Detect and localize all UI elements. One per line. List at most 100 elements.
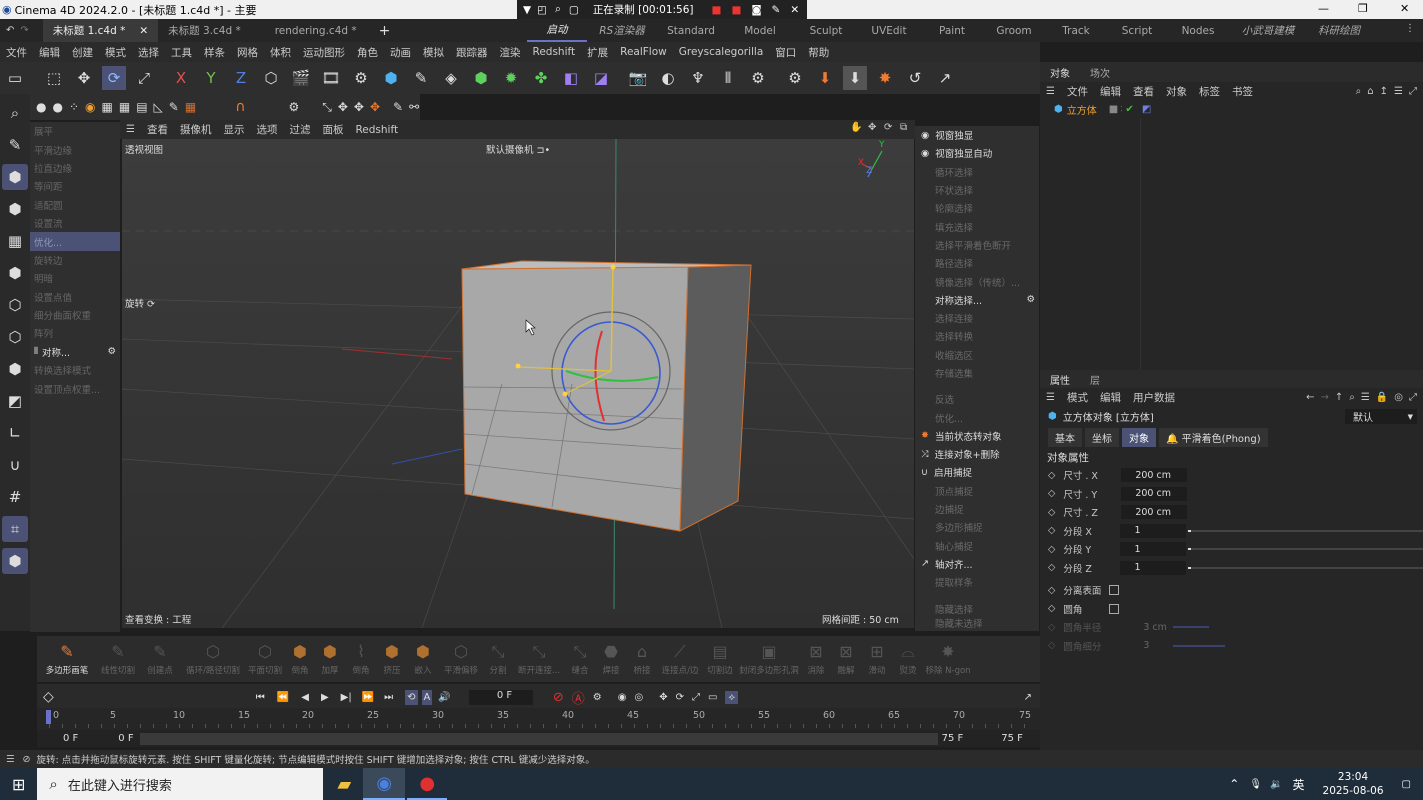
- more-icon[interactable]: ⋮: [1405, 23, 1415, 34]
- spline-icon[interactable]: ✎: [409, 66, 433, 90]
- snap-magnet-icon[interactable]: ∩: [235, 95, 245, 119]
- search-icon[interactable]: ⌕: [555, 3, 561, 16]
- menu-item[interactable]: 帮助: [802, 45, 835, 60]
- expand-icon[interactable]: ⤢: [1409, 392, 1417, 403]
- search-icon[interactable]: ⌕: [2, 100, 28, 126]
- file-tab[interactable]: 未标题 1.c4d * ✕: [42, 19, 159, 42]
- menu-item[interactable]: 渲染: [494, 45, 527, 60]
- tray-chevron-icon[interactable]: ⌃: [1229, 777, 1239, 791]
- recorder-taskbar-icon[interactable]: ●: [407, 768, 448, 800]
- cmd-connect-delete[interactable]: ⤨ 连接对象+删除: [915, 445, 1039, 463]
- sound-icon[interactable]: 🔊: [438, 692, 450, 703]
- symmetry-icon[interactable]: ⫴: [716, 66, 740, 90]
- tab-objects[interactable]: 对象: [1050, 65, 1070, 80]
- seg-y-slider[interactable]: [1187, 548, 1423, 551]
- cmd-viewport-solo[interactable]: ◉ 视窗独显: [915, 126, 1039, 144]
- subtab-basic[interactable]: 基本: [1048, 427, 1082, 447]
- separate-surfaces-checkbox[interactable]: [1109, 585, 1120, 596]
- cmd-polygon-snap[interactable]: 多边形捕捉: [915, 518, 1039, 536]
- next-key-icon[interactable]: ⏩: [362, 692, 374, 703]
- model-mode-icon[interactable]: ▭: [3, 66, 27, 90]
- tool-connect-points[interactable]: ⟋ 连接点/边: [657, 640, 703, 676]
- cmd-loop-select[interactable]: 循环选择: [915, 163, 1039, 181]
- key-position-icon[interactable]: ◉: [618, 692, 627, 703]
- scale-icon[interactable]: ⤢: [132, 66, 156, 90]
- tool-create-point[interactable]: ✎ 创建点: [139, 640, 181, 676]
- key-scale-icon[interactable]: ⤢: [692, 692, 700, 703]
- smooth-icon[interactable]: ●: [52, 95, 62, 119]
- object-mode-icon[interactable]: ⬢: [2, 164, 28, 190]
- object-row[interactable]: ⬢ 立方体 ■ ⁚ ✔ ◩: [1040, 100, 1423, 118]
- layout-tab[interactable]: Script: [1107, 19, 1167, 42]
- key-param-icon[interactable]: ▭: [708, 692, 717, 703]
- prev-key-icon[interactable]: ⏪: [277, 692, 289, 703]
- tool-extrude[interactable]: ⬢ 挤压: [377, 640, 407, 676]
- playhead[interactable]: [46, 710, 51, 724]
- cmd-enable-snap[interactable]: ∪ 启用捕捉: [915, 463, 1039, 481]
- explode-icon[interactable]: ✸: [873, 66, 897, 90]
- cmd-shade[interactable]: 明暗: [30, 269, 120, 287]
- fracture-icon[interactable]: ✤: [529, 66, 553, 90]
- seg-y-field[interactable]: 1: [1120, 542, 1186, 557]
- edges-mode-icon[interactable]: ✥: [354, 95, 364, 119]
- object-menu-item[interactable]: 标签: [1193, 84, 1226, 99]
- target-icon[interactable]: ◎: [1394, 392, 1403, 403]
- seg-z-field[interactable]: 1: [1120, 560, 1186, 575]
- window-icon[interactable]: ◰: [537, 4, 547, 16]
- tag-icon[interactable]: ◩: [1142, 104, 1151, 115]
- subdivision-icon[interactable]: ◈: [439, 66, 463, 90]
- tool-cut-edges[interactable]: ▤ 切割边: [703, 640, 737, 676]
- cmd-set-point-value[interactable]: 设置点值: [30, 288, 120, 306]
- cube-icon[interactable]: ⬢: [379, 66, 403, 90]
- layout-tab[interactable]: 科研绘图: [1307, 19, 1371, 42]
- layout-tab[interactable]: 小武哥建模: [1229, 19, 1307, 42]
- cmd-hide-unselected[interactable]: 隐藏未选择: [915, 618, 1039, 628]
- poly-mode-icon[interactable]: ✥: [370, 95, 380, 119]
- tool-close-hole[interactable]: ▣ 封闭多边形孔洞: [737, 640, 801, 676]
- tool-inset[interactable]: ⬢ 嵌入: [407, 640, 439, 676]
- y-axis-icon[interactable]: Y: [199, 66, 223, 90]
- back-icon[interactable]: ←: [1306, 392, 1314, 403]
- snap-settings-icon[interactable]: ⚙: [783, 66, 807, 90]
- seg-z-slider[interactable]: [1187, 566, 1423, 569]
- cmd-invert[interactable]: 反选: [915, 390, 1039, 408]
- cmd-set-vertex-weight[interactable]: 设置顶点权重...: [30, 379, 120, 397]
- points-mode-icon[interactable]: ⬡: [2, 292, 28, 318]
- pan-view-icon[interactable]: ✋: [850, 122, 862, 133]
- menu-item[interactable]: 运动图形: [297, 45, 351, 60]
- cmd-phong-break-select[interactable]: 选择平滑着色断开: [915, 236, 1039, 254]
- grid-icon[interactable]: ▦: [119, 95, 130, 119]
- menu-item[interactable]: 模拟: [417, 45, 450, 60]
- tab-layers[interactable]: 层: [1090, 372, 1100, 387]
- next-frame-icon[interactable]: ▶|: [341, 692, 352, 703]
- cinema4d-taskbar-icon[interactable]: ◉: [363, 768, 406, 800]
- cmd-select-connected[interactable]: 选择连接: [915, 309, 1039, 327]
- pause-record-icon[interactable]: ■: [712, 4, 722, 16]
- search-icon[interactable]: ⌕: [1356, 86, 1362, 97]
- extrude-icon[interactable]: ⬢: [469, 66, 493, 90]
- z-axis-icon[interactable]: Z: [229, 66, 253, 90]
- timeline-expand-icon[interactable]: ↗: [1024, 692, 1032, 703]
- tool-polygon-pen[interactable]: ✎ 多边形画笔: [37, 640, 97, 676]
- menu-item[interactable]: 跟踪器: [450, 45, 494, 60]
- cmd-store-select[interactable]: 存储选集: [915, 364, 1039, 382]
- restore-button[interactable]: ❐: [1358, 2, 1368, 15]
- menu-item[interactable]: 角色: [351, 45, 384, 60]
- start-frame-field[interactable]: 0 F: [63, 733, 78, 744]
- minimize-button[interactable]: —: [1318, 2, 1329, 15]
- object-menu-item[interactable]: 文件: [1061, 84, 1094, 99]
- viewport-menu-item[interactable]: 选项: [250, 122, 283, 137]
- tool-split[interactable]: ⤡ 分割: [483, 640, 513, 676]
- keyframe-icon[interactable]: ◇: [1048, 507, 1055, 518]
- tab-takes[interactable]: 场次: [1090, 65, 1110, 80]
- tool-line-cut[interactable]: ✎ 线性切割: [97, 640, 139, 676]
- tool-bridge[interactable]: ⌂ 桥接: [627, 640, 657, 676]
- volume-icon[interactable]: 🔉: [1270, 779, 1282, 790]
- subtab-phong[interactable]: 🔔 平滑着色(Phong): [1159, 427, 1268, 447]
- keyframe-mode-icon[interactable]: ◇: [43, 689, 54, 705]
- redo-icon[interactable]: ↷: [20, 25, 28, 36]
- maximize-view-icon[interactable]: ⧉: [900, 122, 907, 133]
- close-record-icon[interactable]: ✕: [790, 4, 799, 16]
- layout-tab[interactable]: Sculpt: [795, 19, 857, 42]
- cmd-fit-circle[interactable]: 适配圆: [30, 196, 120, 214]
